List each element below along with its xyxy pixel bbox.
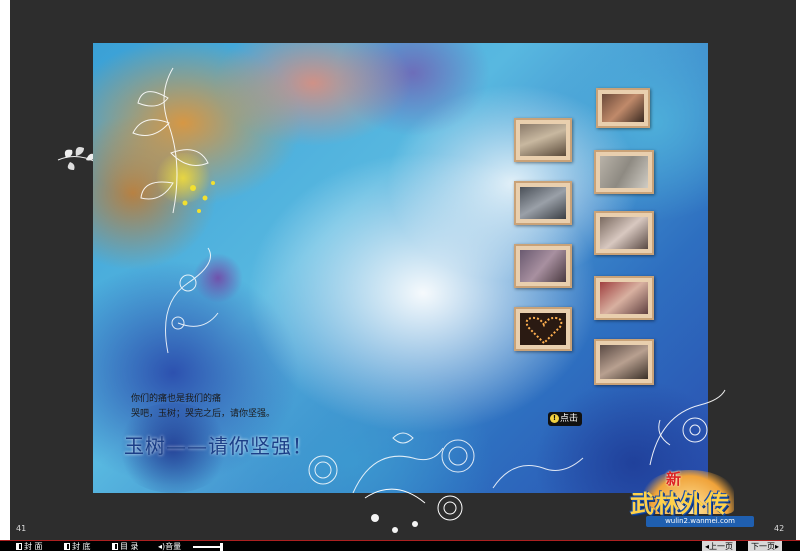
click-hint-button[interactable]: ! 点击 — [548, 412, 583, 426]
photo-4[interactable] — [514, 181, 572, 225]
book-icon — [16, 543, 22, 550]
photo-6[interactable] — [514, 244, 572, 288]
volume-button[interactable]: ◂)音量 — [156, 541, 184, 551]
photo-5[interactable] — [594, 211, 654, 255]
prev-label: 上一页 — [709, 542, 734, 551]
prev-page-button[interactable]: ◂上一页 — [702, 541, 737, 551]
photo-3[interactable] — [594, 150, 654, 194]
click-hint-label: 点击 — [560, 414, 579, 424]
photo-2[interactable] — [514, 118, 572, 162]
swirl-ornament-icon — [165, 247, 219, 354]
next-page-button[interactable]: 下一页▸ — [748, 541, 783, 551]
right-swirl-ornament-icon — [649, 389, 726, 466]
arrow-right-icon: ▸ — [775, 542, 780, 551]
toc-button[interactable]: 目 录 — [110, 541, 141, 551]
next-label: 下一页 — [751, 542, 775, 551]
page-title: 玉树——请你坚强！ — [124, 434, 313, 458]
photo-7[interactable] — [594, 276, 654, 320]
cover-button[interactable]: 封 面 — [14, 541, 45, 551]
photo-9[interactable] — [594, 339, 654, 385]
back-cover-button[interactable]: 封 底 — [62, 541, 93, 551]
list-icon — [112, 543, 118, 550]
magazine-page — [93, 43, 708, 493]
logo-name: 武林外传 — [630, 489, 730, 518]
game-logo[interactable]: 新 武林外传 wulin2.wanmei.com — [606, 468, 776, 534]
logo-url: wulin2.wanmei.com — [646, 516, 754, 527]
photo-8[interactable] — [514, 307, 572, 351]
right-border — [796, 0, 800, 540]
left-page-number: 41 — [16, 524, 27, 533]
volume-slider[interactable] — [193, 546, 223, 548]
photo-1[interactable] — [596, 88, 650, 128]
bottom-left-ornament-icon — [364, 488, 463, 533]
left-border — [0, 0, 10, 540]
toc-label: 目 录 — [120, 542, 139, 551]
poem-text: 你们的痛也是我们的痛 哭吧，玉树；哭完之后，请你坚强。 — [131, 392, 275, 422]
book-back-icon — [64, 543, 70, 550]
viewer-toolbar: 封 面 封 底 目 录 ◂)音量 ◂上一页 下一页▸ — [0, 540, 800, 551]
back-cover-label: 封 底 — [72, 542, 91, 551]
poem-line-1: 你们的痛也是我们的痛 — [131, 394, 222, 404]
floral-ornament-icon — [132, 67, 215, 214]
volume-slider-knob[interactable] — [220, 543, 223, 551]
poem-line-2: 哭吧，玉树；哭完之后，请你坚强。 — [131, 409, 276, 419]
candle-heart-icon — [525, 316, 563, 345]
exclamation-icon: ! — [550, 414, 559, 423]
volume-label: 音量 — [165, 542, 182, 551]
cover-label: 封 面 — [24, 542, 43, 551]
